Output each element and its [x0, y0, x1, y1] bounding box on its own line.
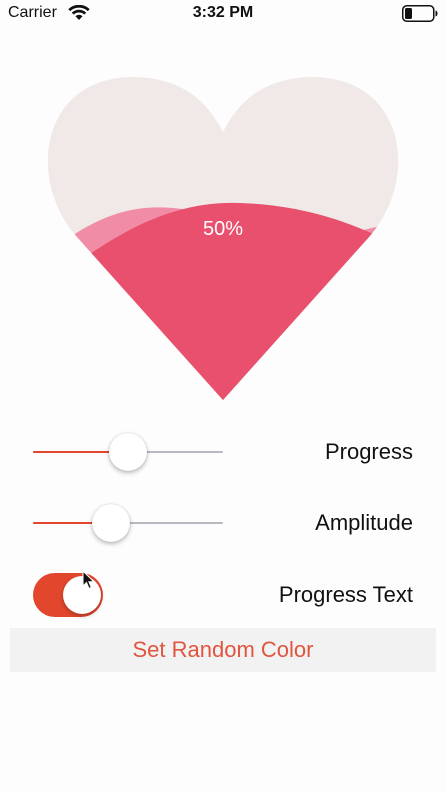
progress-label: Progress	[324, 439, 413, 464]
mouse-cursor-icon	[82, 570, 96, 590]
amplitude-label: Amplitude	[315, 510, 413, 535]
progress-text-label: Progress Text	[278, 582, 413, 607]
progress-percent-text: 50%	[202, 218, 244, 240]
battery-icon	[402, 5, 438, 22]
amplitude-slider-thumb[interactable]	[92, 504, 130, 542]
progress-slider[interactable]	[33, 432, 223, 472]
set-random-color-button[interactable]: Set Random Color	[10, 628, 436, 672]
status-bar: Carrier 3:32 PM	[0, 0, 446, 28]
amplitude-slider[interactable]	[33, 503, 223, 543]
status-time: 3:32 PM	[192, 4, 254, 21]
progress-slider-thumb[interactable]	[109, 433, 147, 471]
